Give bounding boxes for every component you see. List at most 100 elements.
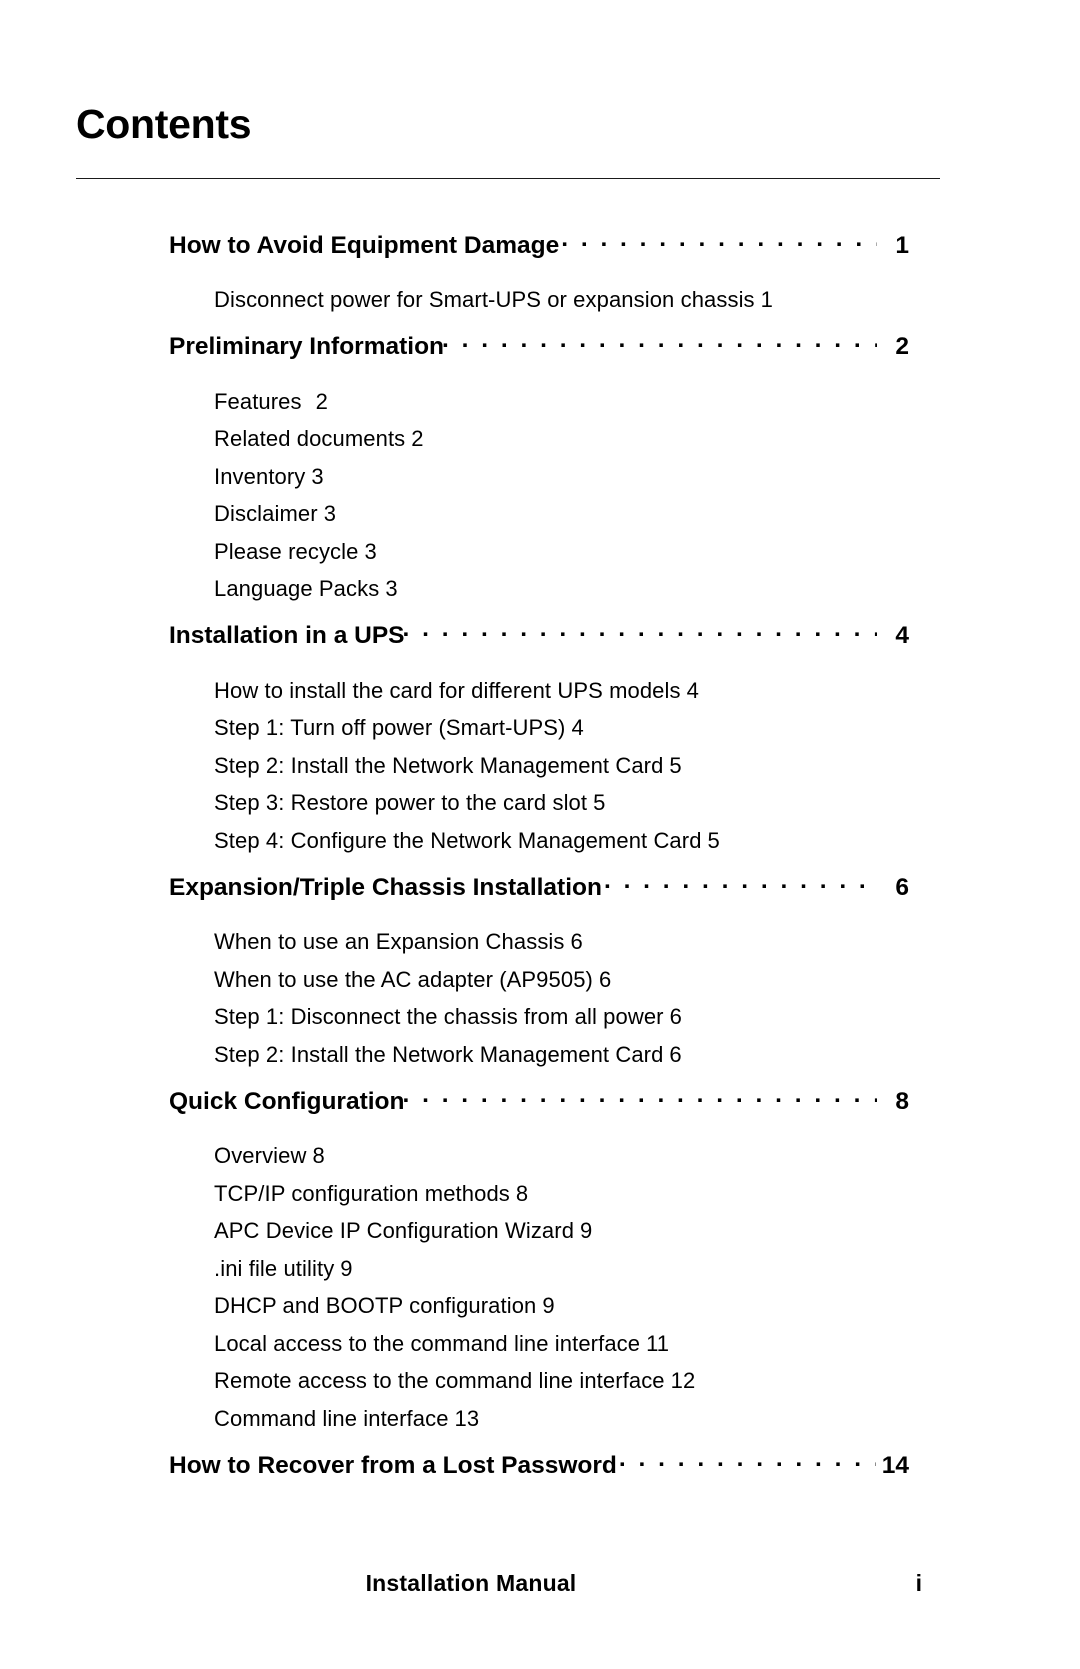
toc-section-page: 2	[895, 333, 909, 360]
toc-item-page: 5	[593, 790, 606, 815]
toc-item-page: 2	[315, 388, 328, 414]
toc-item-page: 4	[571, 715, 584, 740]
toc-item-page: 6	[669, 1004, 682, 1029]
toc-section-page: 1	[895, 231, 909, 259]
toc-item-page: 9	[580, 1218, 593, 1243]
toc-item-page: 6	[598, 966, 612, 992]
toc-page: Contents How to Avoid Equipment Damage 1…	[0, 0, 1080, 1669]
toc-item[interactable]: Disconnect power for Smart-UPS or expans…	[214, 281, 1080, 319]
toc-section-page: 6	[895, 873, 909, 901]
toc-item[interactable]: Disclaimer 3	[214, 495, 1080, 533]
toc-section-how-to-avoid-equipment-damage[interactable]: How to Avoid Equipment Damage 1	[169, 228, 909, 276]
dot-leader	[402, 1084, 877, 1109]
toc-section-page: 14	[881, 1451, 909, 1479]
toc-section-expansion-triple-chassis-installation[interactable]: Expansion/Triple Chassis Installation 6	[169, 870, 909, 918]
toc-item[interactable]: Command line interface 13	[214, 1400, 1080, 1438]
toc-item[interactable]: Related documents 2	[214, 420, 1080, 458]
page-title: Contents	[76, 101, 252, 147]
toc-item-page: 4	[686, 677, 699, 703]
toc-item-label: Local access to the command line interfa…	[214, 1330, 641, 1356]
toc-item-page: 2	[411, 426, 424, 451]
toc-item[interactable]: Step 1: Turn off power (Smart-UPS) 4	[214, 709, 1080, 747]
toc-item-page: 5	[707, 827, 720, 853]
toc-section-page: 8	[895, 1087, 909, 1115]
toc-section-label: Quick Configuration	[169, 1087, 405, 1115]
toc-item[interactable]: Step 2: Install the Network Management C…	[214, 747, 1080, 785]
toc-item-label: DHCP and BOOTP configuration	[214, 1293, 537, 1318]
footer-page-number: i	[915, 1570, 922, 1596]
toc-item-label: Step 4: Configure the Network Management…	[214, 827, 702, 853]
toc-item[interactable]: Language Packs 3	[214, 570, 1080, 608]
toc-item-label: How to install the card for different UP…	[214, 677, 681, 703]
toc-item-label: Step 1: Disconnect the chassis from all …	[214, 1004, 664, 1029]
toc-item-label: .ini file utility	[214, 1255, 335, 1281]
toc-item-page: 3	[385, 576, 398, 601]
toc-item-label: TCP/IP configuration methods	[214, 1180, 510, 1206]
toc-item-page: 6	[669, 1041, 682, 1067]
dot-leader	[403, 619, 877, 644]
toc-item-label: Step 2: Install the Network Management C…	[214, 752, 664, 778]
toc-section-label: How to Avoid Equipment Damage	[169, 231, 560, 259]
dot-leader	[442, 330, 877, 355]
toc-item-label: Language Packs	[214, 576, 380, 601]
toc-item[interactable]: Step 4: Configure the Network Management…	[214, 822, 1080, 860]
toc-item-label: Related documents	[214, 426, 406, 451]
toc-item-page: 11	[646, 1330, 670, 1356]
toc-item-page: 1	[760, 287, 773, 312]
toc-item-page: 8	[312, 1143, 325, 1168]
toc-item-label: Features	[214, 388, 302, 414]
dot-leader	[619, 1448, 876, 1473]
toc-item[interactable]: Inventory 3	[214, 458, 1080, 496]
toc-item-label: Command line interface	[214, 1405, 449, 1431]
toc-item[interactable]: Remote access to the command line interf…	[214, 1362, 1080, 1400]
toc-item-page: 13	[454, 1405, 480, 1431]
page-footer: Installation Manual i	[76, 1570, 940, 1610]
toc-item-label: Inventory	[214, 463, 306, 489]
toc-section-label: Preliminary Information	[169, 333, 445, 360]
toc-item-page: 8	[515, 1180, 529, 1206]
toc-section-preliminary-information[interactable]: Preliminary Information 2	[169, 330, 909, 378]
toc-item-label: Disclaimer	[214, 501, 318, 526]
toc-item[interactable]: Overview 8	[214, 1137, 1080, 1175]
toc-item[interactable]: How to install the card for different UP…	[214, 672, 1080, 710]
toc-section-installation-in-a-ups[interactable]: Installation in a UPS 4	[169, 619, 909, 667]
toc-item[interactable]: TCP/IP configuration methods 8	[214, 1175, 1080, 1213]
toc-item[interactable]: When to use the AC adapter (AP9505) 6	[214, 961, 1080, 999]
toc-item-label: Please recycle	[214, 538, 359, 564]
toc-item-page: 3	[311, 463, 324, 489]
toc-section-how-to-recover-from-a-lost-password[interactable]: How to Recover from a Lost Password 14	[169, 1448, 909, 1496]
toc-section-page: 4	[895, 622, 909, 649]
toc-item-page: 12	[670, 1368, 696, 1393]
footer-document-title: Installation Manual	[365, 1570, 577, 1596]
toc-item[interactable]: APC Device IP Configuration Wizard 9	[214, 1212, 1080, 1250]
toc-item-page: 5	[669, 752, 682, 778]
toc-item-label: Step 1: Turn off power (Smart-UPS)	[214, 715, 566, 740]
toc-item-page: 3	[364, 538, 377, 564]
toc-item-label: Step 2: Install the Network Management C…	[214, 1041, 664, 1067]
toc-section-label: How to Recover from a Lost Password	[169, 1451, 617, 1479]
toc-item-page: 3	[323, 501, 337, 526]
dot-leader	[604, 870, 877, 895]
toc-item[interactable]: Step 3: Restore power to the card slot 5	[214, 784, 1080, 822]
toc-section-label: Installation in a UPS	[169, 622, 405, 649]
toc-item[interactable]: Please recycle 3	[214, 533, 1080, 571]
toc-item-page: 9	[340, 1255, 353, 1281]
toc-item-label: Disconnect power for Smart-UPS or expans…	[214, 287, 755, 312]
toc-section-label: Expansion/Triple Chassis Installation	[169, 873, 602, 901]
toc-item[interactable]: DHCP and BOOTP configuration 9	[214, 1287, 1080, 1325]
toc-item[interactable]: Step 2: Install the Network Management C…	[214, 1036, 1080, 1074]
toc-item-label: Remote access to the command line interf…	[214, 1368, 665, 1393]
toc-item[interactable]: .ini file utility 9	[214, 1250, 1080, 1288]
toc-list: How to Avoid Equipment Damage 1 Disconne…	[0, 228, 1080, 1496]
toc-item[interactable]: Local access to the command line interfa…	[214, 1325, 1080, 1363]
toc-item-page: 6	[570, 929, 583, 954]
toc-item[interactable]: Step 1: Disconnect the chassis from all …	[214, 998, 1080, 1036]
toc-item-label: When to use an Expansion Chassis	[214, 929, 565, 954]
toc-item-label: Step 3: Restore power to the card slot	[214, 790, 588, 815]
toc-section-quick-configuration[interactable]: Quick Configuration 8	[169, 1084, 909, 1132]
title-divider	[76, 178, 940, 179]
toc-item[interactable]: Features 2	[214, 383, 1080, 421]
toc-item[interactable]: When to use an Expansion Chassis 6	[214, 923, 1080, 961]
toc-item-label: APC Device IP Configuration Wizard	[214, 1218, 575, 1243]
dot-leader	[561, 228, 877, 253]
